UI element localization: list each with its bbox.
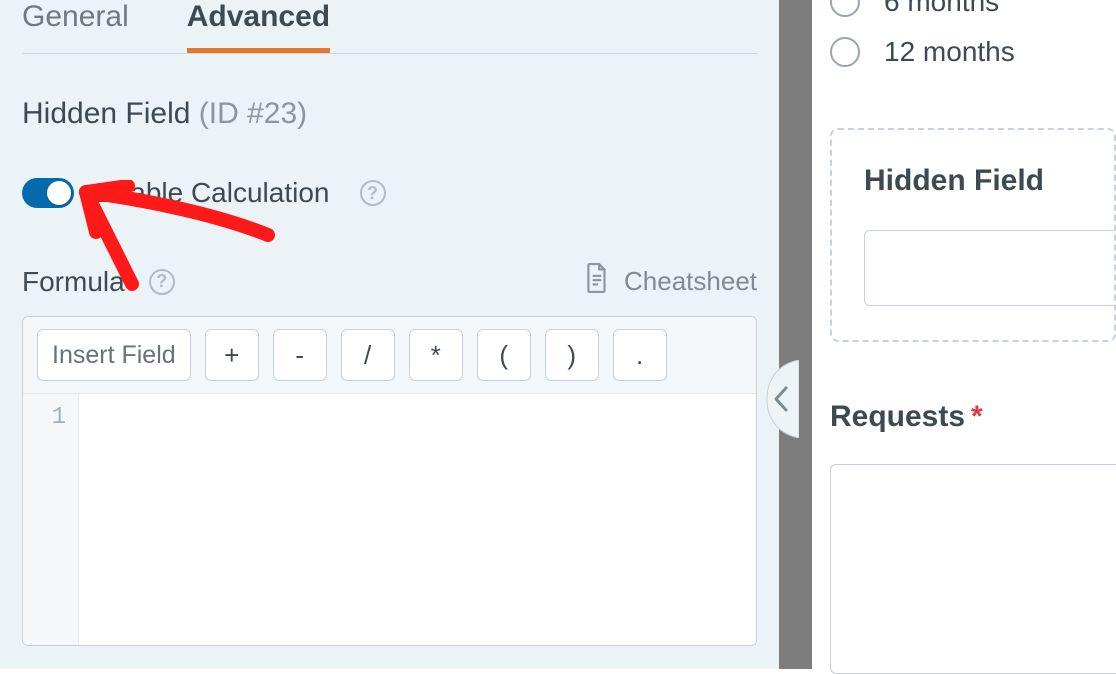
enable-calculation-label: Enable Calculation (96, 177, 330, 209)
insert-field-button[interactable]: Insert Field (37, 329, 191, 381)
required-asterisk: * (971, 400, 983, 433)
document-icon (584, 263, 610, 300)
hidden-field-input[interactable] (864, 230, 1114, 306)
cheatsheet-link[interactable]: Cheatsheet (584, 263, 757, 300)
toggle-knob (47, 181, 71, 205)
tabs: General Advanced (0, 0, 779, 54)
op-lparen-button[interactable]: ( (477, 329, 531, 381)
formula-row: Formula ? Cheatsheet (22, 263, 757, 300)
requests-label: Requests* (830, 400, 1116, 434)
collapse-handle[interactable] (765, 360, 797, 436)
radio-icon (830, 37, 860, 67)
option-12-months[interactable]: 12 months (830, 36, 1116, 68)
formula-editor: Insert Field + - / * ( ) . 1 (22, 316, 757, 646)
cheatsheet-text: Cheatsheet (624, 266, 757, 297)
hidden-field-preview[interactable]: Hidden Field (830, 128, 1116, 342)
enable-calculation-row: Enable Calculation ? (22, 177, 757, 209)
option-6-months[interactable]: 6 months (830, 0, 1116, 18)
code-area: 1 (23, 394, 756, 645)
requests-textarea[interactable] (830, 464, 1116, 674)
option-label: 6 months (884, 0, 999, 18)
op-divide-button[interactable]: / (341, 329, 395, 381)
hidden-field-title: Hidden Field (864, 164, 1114, 198)
tab-advanced[interactable]: Advanced (187, 0, 330, 54)
panel-divider (779, 0, 812, 669)
op-multiply-button[interactable]: * (409, 329, 463, 381)
tab-general[interactable]: General (22, 0, 129, 54)
op-minus-button[interactable]: - (273, 329, 327, 381)
options-group: 6 months 12 months (830, 0, 1116, 68)
formula-textarea[interactable] (79, 394, 756, 645)
op-plus-button[interactable]: + (205, 329, 259, 381)
field-heading: Hidden Field (ID #23) (22, 97, 757, 131)
enable-calculation-toggle[interactable] (22, 178, 74, 208)
help-icon[interactable]: ? (149, 269, 175, 295)
formula-label: Formula (22, 266, 125, 298)
field-id: (ID #23) (199, 97, 307, 130)
radio-icon (830, 0, 860, 17)
line-number-gutter: 1 (23, 394, 79, 645)
field-settings-panel: General Advanced Hidden Field (ID #23) E… (0, 0, 779, 669)
op-dot-button[interactable]: . (613, 329, 667, 381)
option-label: 12 months (884, 36, 1015, 68)
field-type-name: Hidden Field (22, 97, 190, 130)
formula-toolbar: Insert Field + - / * ( ) . (23, 317, 756, 394)
op-rparen-button[interactable]: ) (545, 329, 599, 381)
form-preview-panel: 6 months 12 months Hidden Field Requests… (812, 0, 1116, 669)
help-icon[interactable]: ? (360, 180, 386, 206)
tabs-underline (22, 53, 757, 54)
